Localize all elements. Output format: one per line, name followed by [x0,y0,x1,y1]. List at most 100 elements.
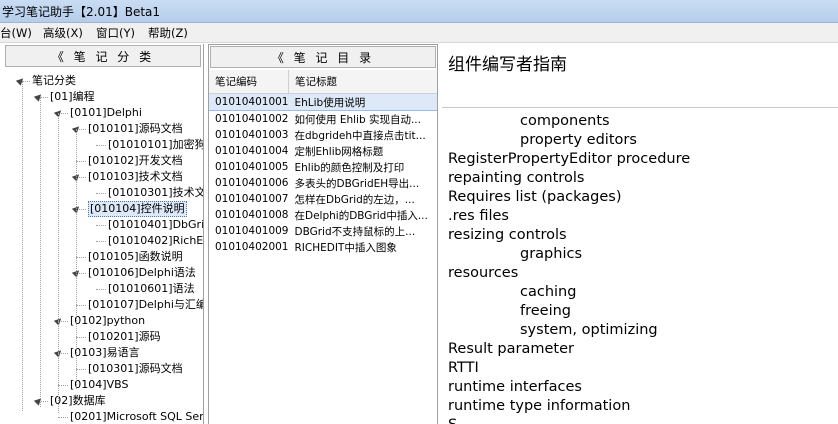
tree-node[interactable]: [0104]VBS [70,377,128,393]
menu-help[interactable]: 帮助(Z) [148,25,188,41]
document-index-entry: components [520,113,610,129]
notes-table-row[interactable]: 01010401007 怎样在DbGrid的左边，... [209,191,437,207]
notes-table-row[interactable]: 01010401003 在dbgrideh中直接点击tit... [209,127,437,143]
note-title: 定制Ehlib网格标题 [294,145,384,158]
tree-node[interactable]: [0201]Microsoft SQL Server [70,409,203,424]
category-tree-header[interactable]: 《 笔 记 分 类 [5,45,201,67]
notes-list-panel: 《 笔 记 目 录 笔记编码 笔记标题 01010401001 EhLib使用说明… [208,44,438,424]
document-index-entry: system, optimizing [520,322,658,338]
tree-connector [40,97,41,407]
document-index-entry: RegisterPropertyEditor procedure [448,151,691,167]
tree-node[interactable]: [01010402]RichEdit [108,233,203,249]
note-code: 01010401006 [215,177,289,189]
menu-windows[interactable]: 窗口(Y) [96,25,135,41]
menu-advanced[interactable]: 高级(X) [43,25,83,41]
tree-node[interactable]: [010105]函数说明 [88,249,183,265]
expand-arrow-icon[interactable]: ▲ [14,75,26,87]
note-code: 01010401004 [215,145,289,157]
note-title: DBGrid不支持鼠标的上... [294,225,416,238]
tree-node[interactable]: 笔记分类 [32,73,76,89]
title-bar: 学习笔记助手【2.01】Beta1 [0,0,838,23]
tree-node[interactable]: [01010101]加密狗 [108,137,203,153]
menu-bar: 台(W) 高级(X) 窗口(Y) 帮助(Z) [0,23,838,43]
notes-list-header[interactable]: 《 笔 记 目 录 [210,46,436,68]
document-index-entry: Result parameter [448,341,574,357]
notes-table-row[interactable]: 01010402001 RICHEDIT中插入图象 [209,239,437,255]
document-viewer[interactable]: 组件编写者指南 components property editors Regist… [440,44,838,424]
tree-node[interactable]: [010101]源码文档 [88,121,183,137]
document-index-entry: Requires list (packages) [448,189,622,205]
tree-connector [22,81,23,411]
tree-connector [96,241,106,242]
notes-table: 笔记编码 笔记标题 01010401001 EhLib使用说明 0101040100… [209,70,437,255]
note-title: 多表头的DBGridEH导出... [294,177,420,190]
document-index-entry: runtime interfaces [448,379,582,395]
tree-connector [58,353,59,393]
note-title: Ehlib的颜色控制及打印 [294,161,405,174]
notes-table-row[interactable]: 01010401006 多表头的DBGridEH导出... [209,175,437,191]
tree-connector [58,417,68,418]
document-index-entry: freeing [520,303,572,319]
tree-node[interactable]: [0102]python [70,313,145,329]
document-divider [442,107,838,108]
note-code: 01010401008 [215,209,289,221]
tree-node[interactable]: [0103]易语言 [70,345,140,361]
tree-node[interactable]: [010104]控件说明 [88,201,187,217]
notes-table-row[interactable]: 01010401004 定制Ehlib网格标题 [209,143,437,159]
document-index-entry: RTTI [448,360,479,376]
tree-connector [96,225,106,226]
document-index-entry: graphics [520,246,583,262]
notes-table-row[interactable]: 01010401009 DBGrid不支持鼠标的上... [209,223,437,239]
document-title: 组件编写者指南 [448,55,567,75]
tree-node[interactable]: [010201]源码 [88,329,161,345]
tree-connector [76,305,86,306]
notes-table-row[interactable]: 01010401002 如何使用 Ehlib 实现自动... [209,111,437,128]
document-index-entry: property editors [520,132,637,148]
tree-node[interactable]: [01010601]语法 [108,281,195,297]
note-title: 在Delphi的DBGrid中插入... [294,209,428,222]
category-tree: 笔记分类 ▲ [01]编程 ▲ [0101]Delphi ▲ [010101]源码文档 ▲ [0… [0,68,203,424]
tree-node[interactable]: [010106]Delphi语法 [88,265,196,281]
document-index-entry: repainting controls [448,170,585,186]
window-title: 学习笔记助手【2.01】Beta1 [2,5,161,19]
document-index-entry: resizing controls [448,227,567,243]
note-code: 01010401001 [209,93,289,111]
tree-node[interactable]: [010103]技术文档 [88,169,183,185]
category-tree-panel: 《 笔 记 分 类 笔记分类 ▲ [01]编程 ▲ [0101]Delphi ▲ [0101… [0,44,204,424]
tree-node[interactable]: [01010301]技术文档 [108,185,203,201]
note-title: RICHEDIT中插入图象 [294,241,397,254]
note-code: 01010401009 [215,225,289,237]
tree-connector [58,385,68,386]
expand-arrow-icon[interactable]: ▲ [32,395,44,407]
tree-node[interactable]: [010107]Delphi与汇编 [88,297,203,313]
tree-node[interactable]: [010102]开发文档 [88,153,183,169]
notes-table-header-row: 笔记编码 笔记标题 [209,70,437,94]
notes-table-body: 01010401001 EhLib使用说明 01010401002 如何使用 Ehli… [209,93,437,256]
expand-arrow-icon[interactable]: ▲ [32,91,44,103]
note-title: 在dbgrideh中直接点击tit... [294,129,426,142]
tree-connector [96,193,106,194]
notes-table-row[interactable]: 01010401001 EhLib使用说明 [209,93,437,111]
notes-table-row[interactable]: 01010401008 在Delphi的DBGrid中插入... [209,207,437,223]
note-title: 怎样在DbGrid的左边，... [294,193,415,206]
tree-connector [96,145,106,146]
tree-node[interactable]: [01]编程 [50,89,95,105]
tree-node[interactable]: [010301]源码文档 [88,361,183,377]
tree-connector [76,337,86,338]
note-code: 01010401007 [215,193,289,205]
column-header-title[interactable]: 笔记标题 [288,70,437,94]
document-index-entry: runtime type information [448,398,631,414]
document-index-entry: S [448,417,457,424]
note-code: 01010401003 [215,129,289,141]
tree-connector [96,289,106,290]
tree-node[interactable]: [01010401]DbGridEh [108,217,203,233]
notes-table-row[interactable]: 01010401005 Ehlib的颜色控制及打印 [209,159,437,175]
tree-node[interactable]: [0101]Delphi [70,105,142,121]
note-code: 01010401002 [215,113,289,125]
document-index-entry: .res files [448,208,509,224]
tree-connector [76,257,86,258]
tree-connector [76,369,86,370]
column-header-code[interactable]: 笔记编码 [209,70,289,94]
menu-window[interactable]: 台(W) [0,25,32,41]
document-index-entry: caching [520,284,577,300]
